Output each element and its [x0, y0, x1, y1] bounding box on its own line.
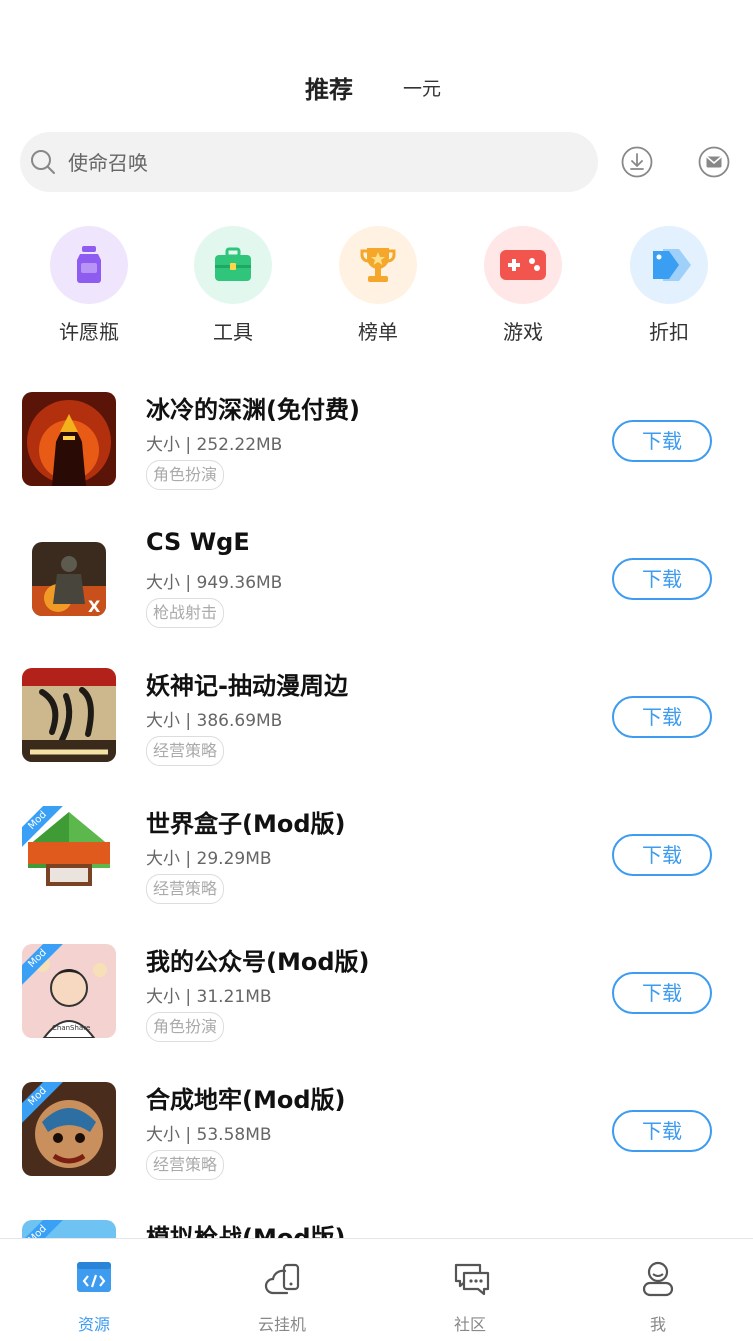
message-icon[interactable] — [698, 146, 730, 178]
app-name[interactable]: 冰冷的深渊(免付费) — [146, 390, 360, 425]
app-name[interactable]: 我的公众号(Mod版) — [146, 942, 370, 977]
code-window-icon — [77, 1262, 111, 1292]
list-item[interactable]: Mod 世界盒子(Mod版) 大小 | 29.29MB 经营策略 下载 — [0, 794, 753, 932]
category-games[interactable]: 游戏 — [468, 226, 578, 345]
app-size: 大小 | 949.36MB — [146, 573, 283, 593]
download-button[interactable]: 下载 — [612, 696, 712, 738]
wish-bottle-icon — [77, 246, 101, 283]
app-tag: 经营策略 — [146, 874, 225, 904]
list-item[interactable]: Mod 模拟枪战(Mod版) — [0, 1208, 753, 1240]
svg-text:ChanShare: ChanShare — [52, 1024, 90, 1032]
app-name[interactable]: 世界盒子(Mod版) — [146, 804, 346, 839]
gamepad-icon — [500, 250, 546, 280]
app-icon: Mod — [22, 1082, 116, 1176]
category-grid: 许愿瓶 工具 榜单 游戏 折扣 — [0, 226, 753, 356]
list-item[interactable]: 妖神记-抽动漫周边 大小 | 386.69MB 经营策略 下载 — [0, 656, 753, 794]
list-item[interactable]: X CS WgE 大小 | 949.36MB 枪战射击 下载 — [0, 518, 753, 656]
download-button[interactable]: 下载 — [612, 558, 712, 600]
app-icon — [22, 392, 116, 486]
cloud-phone-icon — [264, 1263, 300, 1295]
category-discount[interactable]: 折扣 — [614, 226, 724, 345]
app-tag: 角色扮演 — [146, 460, 225, 490]
search-bar[interactable] — [20, 132, 598, 192]
tab-resources[interactable]: 资源 — [34, 1239, 154, 1341]
category-label: 折扣 — [649, 320, 689, 344]
tab-cloud-hosting[interactable]: 云挂机 — [222, 1239, 342, 1341]
mod-badge: Mod — [22, 1220, 66, 1240]
download-button[interactable]: 下载 — [612, 1110, 712, 1152]
app-tag: 枪战射击 — [146, 598, 225, 628]
chat-bubbles-icon — [454, 1263, 490, 1296]
app-list: 冰冷的深渊(免付费) 大小 | 252.22MB 角色扮演 下载 X CS Wg… — [0, 380, 753, 1240]
app-size: 大小 | 53.58MB — [146, 1125, 272, 1145]
tab-me[interactable]: 我 — [598, 1239, 718, 1341]
app-name[interactable]: CS WgE — [146, 528, 250, 556]
app-icon — [22, 668, 116, 762]
category-label: 游戏 — [503, 320, 543, 344]
category-tools[interactable]: 工具 — [178, 226, 288, 345]
tab-label: 我 — [649, 1315, 666, 1334]
app-name[interactable]: 模拟枪战(Mod版) — [146, 1218, 346, 1240]
search-input[interactable] — [66, 146, 590, 180]
app-size: 大小 | 252.22MB — [146, 435, 283, 455]
app-size: 大小 | 386.69MB — [146, 711, 283, 731]
category-label: 工具 — [213, 320, 253, 344]
app-size: 大小 | 29.29MB — [146, 849, 272, 869]
download-manager-icon[interactable] — [621, 146, 653, 178]
tab-label: 云挂机 — [257, 1315, 306, 1334]
tab-one-yuan[interactable]: 一元 — [403, 74, 441, 101]
app-tag: 角色扮演 — [146, 1012, 225, 1042]
user-icon — [642, 1261, 674, 1297]
category-label: 榜单 — [358, 320, 398, 344]
app-tag: 经营策略 — [146, 1150, 225, 1180]
list-item[interactable]: Mod 合成地牢(Mod版) 大小 | 53.58MB 经营策略 下载 — [0, 1070, 753, 1208]
tab-label: 社区 — [453, 1315, 486, 1334]
app-name[interactable]: 妖神记-抽动漫周边 — [146, 666, 348, 701]
app-icon: Mod — [22, 806, 116, 900]
download-button[interactable]: 下载 — [612, 420, 712, 462]
top-tabs: 推荐 一元 — [0, 60, 753, 112]
list-item[interactable]: ChanShare Mod 我的公众号(Mod版) 大小 | 31.21MB 角… — [0, 932, 753, 1070]
list-item[interactable]: 冰冷的深渊(免付费) 大小 | 252.22MB 角色扮演 下载 — [0, 380, 753, 518]
app-icon: Mod — [22, 1220, 116, 1240]
toolbox-icon — [215, 247, 251, 281]
trophy-icon — [360, 248, 396, 282]
bottom-tab-bar: 资源 云挂机 社区 我 — [0, 1238, 753, 1341]
tab-recommend[interactable]: 推荐 — [305, 70, 353, 105]
app-icon: X — [32, 542, 106, 616]
app-size: 大小 | 31.21MB — [146, 987, 272, 1007]
tab-community[interactable]: 社区 — [410, 1239, 530, 1341]
app-tag: 经营策略 — [146, 736, 225, 766]
download-button[interactable]: 下载 — [612, 972, 712, 1014]
search-icon — [31, 150, 55, 174]
svg-text:X: X — [88, 597, 101, 616]
category-ranking[interactable]: 榜单 — [323, 226, 433, 345]
app-icon: ChanShare Mod — [22, 944, 116, 1038]
category-label: 许愿瓶 — [59, 320, 119, 344]
app-name[interactable]: 合成地牢(Mod版) — [146, 1080, 346, 1115]
download-button[interactable]: 下载 — [612, 834, 712, 876]
category-wish-bottle[interactable]: 许愿瓶 — [34, 226, 144, 345]
tab-label: 资源 — [77, 1315, 110, 1334]
price-tag-icon — [653, 249, 691, 281]
